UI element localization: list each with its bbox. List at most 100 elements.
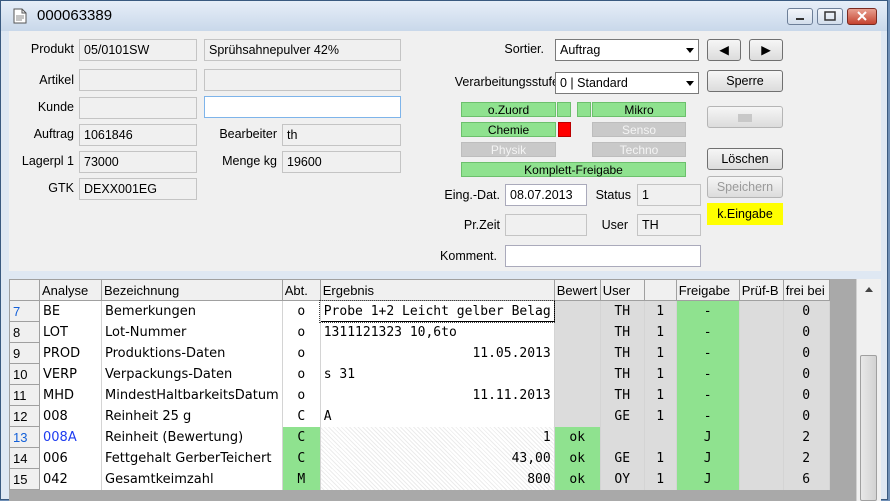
tag-senso[interactable]: Senso [592,122,686,137]
table-row[interactable]: 14 006 Fettgehalt GerberTeichert C 43,00 ok GE… [9,447,830,469]
placeholder-icon [738,113,752,122]
next-record-button[interactable]: ▶ [749,39,783,61]
kunde-label: Kunde [37,100,74,114]
cell-freigabe: J [676,426,740,448]
grid-header-pruef-b[interactable]: Prüf-B [738,279,784,301]
cell-count: 1 [644,342,677,364]
cell-freigabe: J [676,447,740,469]
cell-bewert: ok [554,468,601,490]
grid-header-row: Analyse Bezeichnung Abt. Ergebnis Bewert… [9,279,830,301]
vertical-scrollbar[interactable] [856,279,881,501]
tag-chemie[interactable]: Chemie [461,122,556,137]
sortier-select[interactable]: Auftrag [555,39,699,61]
table-row[interactable]: 10 VERP Verpackungs-Daten o s 31 TH 1- 0 [9,363,830,385]
table-row[interactable]: 8 LOT Lot-Nummer o 1311121323 10,6to TH 1- 0 [9,321,830,343]
menge-field[interactable]: 19600 [282,151,401,173]
maximize-button[interactable] [817,8,843,25]
grid-header-frei-bei[interactable]: frei bei [782,279,830,301]
grid-header-rownum[interactable] [9,279,40,301]
cell-ergebnis[interactable]: 1 [320,426,555,448]
sperre-button[interactable]: Sperre [707,70,783,92]
cell-ergebnis[interactable]: 11.11.2013 [320,384,555,406]
grid-header-bezeichnung[interactable]: Bezeichnung [101,279,283,301]
cell-ergebnis[interactable]: 11.05.2013 [320,342,555,364]
table-row[interactable]: 13 008A Reinheit (Bewertung) C 1 ok J 2 [9,426,830,448]
blank-button[interactable] [707,106,783,128]
scroll-up-icon[interactable] [865,287,873,292]
speichern-button[interactable]: Speichern [707,176,783,198]
tag-physik[interactable]: Physik [461,142,556,157]
eing-dat-field[interactable]: 08.07.2013 [505,184,587,206]
cell-ergebnis[interactable]: 1311121323 10,6to [320,321,555,343]
cell-ergebnis[interactable]: 43,00 [320,447,555,469]
chevron-down-icon [686,48,694,53]
cell-ergebnis[interactable]: 800 [320,468,555,490]
cell-bezeichnung: Fettgehalt GerberTeichert [101,447,283,469]
prev-record-button[interactable]: ◀ [707,39,741,61]
grid-header-count[interactable] [643,279,677,301]
cell-pruef-b [739,447,784,469]
table-row[interactable]: 15 042 Gesamtkeimzahl M 800 ok OY 1 J 6 [9,468,830,490]
produkt-code-field[interactable]: 05/0101SW [79,39,197,61]
grid-header-abt[interactable]: Abt. [281,279,321,301]
tag-chemie-indicator [558,122,571,137]
cell-ergebnis[interactable]: A [320,405,555,427]
cell-analyse: MHD [39,384,102,406]
cell-abt: C [282,405,321,427]
bearbeiter-label: Bearbeiter [219,127,277,141]
cell-bewert [554,321,601,343]
kunde-field-2[interactable] [204,96,401,118]
grid-header-bewert[interactable]: Bewert [553,279,601,301]
artikel-field-2[interactable] [204,69,401,91]
auftrag-field[interactable]: 1061846 [79,124,197,146]
keingabe-indicator[interactable]: k.Eingabe [707,203,783,225]
cell-user: GE [600,447,645,469]
cell-analyse: 008 [39,405,102,427]
tag-techno[interactable]: Techno [592,142,686,157]
eing-dat-label: Eing.-Dat. [444,188,500,202]
table-row[interactable]: 7 BE Bemerkungen o Probe 1+2 Leicht gelber B… [9,299,830,323]
cell-analyse: BE [39,300,102,322]
tag-ozuord-indicator [557,102,571,117]
close-button[interactable] [847,8,877,25]
minimize-button[interactable] [787,8,813,25]
cell-ergebnis[interactable]: Probe 1+2 Leicht gelber Belag [319,299,556,323]
cell-count: 1 [644,321,677,343]
loeschen-button[interactable]: Löschen [707,148,783,170]
grid-header-user[interactable]: User [599,279,645,301]
przeit-field[interactable] [505,214,587,236]
grid-header-analyse[interactable]: Analyse [39,279,102,301]
cell-pruef-b [739,342,784,364]
table-row[interactable]: 9 PROD Produktions-Daten o 11.05.2013 TH 1- 0 [9,342,830,364]
produkt-name-field[interactable]: Sprühsahnepulver 42% [204,39,401,61]
cell-ergebnis[interactable]: s 31 [320,363,555,385]
artikel-field[interactable] [79,69,197,91]
lagerpl-field[interactable]: 73000 [79,151,197,173]
table-row[interactable]: 11 MHD MindestHaltbarkeitsDatum o 11.11.2013… [9,384,830,406]
grid-header-freigabe[interactable]: Freigabe [675,279,740,301]
cell-freigabe: - [676,405,740,427]
user-field[interactable]: TH [637,214,701,236]
cell-analyse: PROD [39,342,102,364]
tag-komplett-freigabe[interactable]: Komplett-Freigabe [461,162,686,177]
bearbeiter-field[interactable]: th [282,124,401,146]
table-row[interactable]: 12 008 Reinheit 25 g C A GE 1- 0 [9,405,830,427]
gtk-field[interactable]: DEXX001EG [79,178,197,200]
minimize-icon [796,18,804,20]
status-field[interactable]: 1 [637,184,701,206]
grid-header-ergebnis[interactable]: Ergebnis [319,279,555,301]
cell-frei-bei: 0 [783,384,830,406]
scrollbar-thumb[interactable] [860,355,877,501]
cell-rownum: 14 [9,447,40,469]
tag-mikro[interactable]: Mikro [592,102,686,117]
cell-abt: M [282,468,321,490]
cell-bezeichnung: Gesamtkeimzahl [101,468,283,490]
title-bar: 000063389 [1,1,887,31]
komment-field[interactable] [505,245,701,267]
cell-pruef-b [739,300,784,322]
verarbeitungsstufe-select[interactable]: 0 | Standard [555,72,699,94]
cell-bewert [554,300,601,322]
kunde-field[interactable] [79,97,197,119]
tag-ozuord[interactable]: o.Zuord [461,102,556,117]
cell-pruef-b [739,426,784,448]
